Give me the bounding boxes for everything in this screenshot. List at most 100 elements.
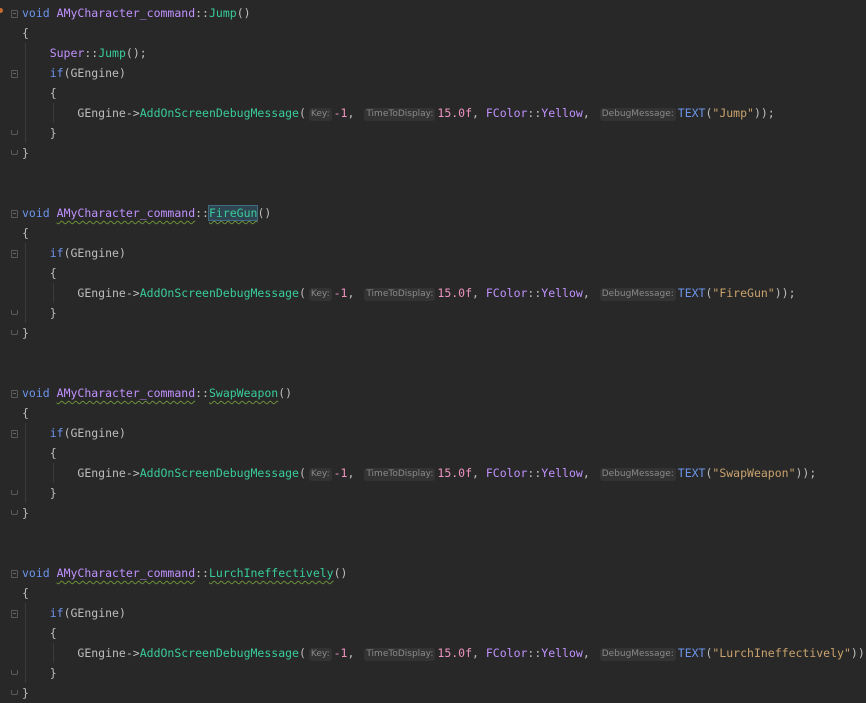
code-line[interactable]: { [22, 263, 866, 283]
fold-expand-icon[interactable] [11, 10, 18, 18]
punctuation: } [49, 666, 57, 680]
fold-expand-icon[interactable] [11, 430, 18, 438]
punctuation: )); [850, 646, 866, 660]
key-value: -1 [333, 286, 348, 300]
keyword-void: void [22, 566, 50, 580]
fold-end-icon[interactable] [11, 690, 18, 695]
punctuation [22, 426, 50, 440]
debug-function: AddOnScreenDebugMessage [139, 646, 299, 660]
jump-call: Jump [98, 46, 126, 60]
punctuation: ( [298, 466, 306, 480]
fold-expand-icon[interactable] [11, 210, 18, 218]
code-line[interactable]: GEngine->AddOnScreenDebugMessage(Key: -1,… [22, 283, 866, 303]
fold-end-icon[interactable] [11, 670, 18, 675]
fold-end-icon[interactable] [11, 490, 18, 495]
code-line[interactable]: if(GEngine) [22, 603, 866, 623]
string-literal: "SwapWeapon" [712, 466, 796, 480]
class-name: AMyCharacter_command [56, 206, 196, 220]
breakpoint-icon[interactable] [0, 8, 3, 13]
fold-expand-icon[interactable] [11, 390, 18, 398]
debug-function: AddOnScreenDebugMessage [139, 466, 299, 480]
fold-expand-icon[interactable] [11, 70, 18, 78]
punctuation: )); [774, 286, 796, 300]
scope-operator: :: [527, 646, 542, 660]
punctuation: , [582, 286, 597, 300]
indent-guide [52, 283, 54, 303]
code-line[interactable]: void AMyCharacter_command::Jump() [22, 3, 866, 23]
code-line[interactable]: void AMyCharacter_command::SwapWeapon() [22, 383, 866, 403]
code-line[interactable]: if(GEngine) [22, 423, 866, 443]
arrow-operator: -> [125, 466, 140, 480]
code-line[interactable]: } [22, 323, 866, 343]
punctuation [22, 466, 77, 480]
fold-end-icon[interactable] [11, 130, 18, 135]
fold-expand-icon[interactable] [11, 570, 18, 578]
keyword-void: void [22, 206, 50, 220]
code-line[interactable]: { [22, 623, 866, 643]
code-line[interactable]: Super::Jump(); [22, 43, 866, 63]
string-literal: "FireGun" [712, 286, 775, 300]
fcolor-class: FColor [485, 286, 528, 300]
code-line[interactable]: { [22, 443, 866, 463]
code-line[interactable]: GEngine->AddOnScreenDebugMessage(Key: -1,… [22, 463, 866, 483]
punctuation [22, 46, 50, 60]
function-name: FireGun [207, 205, 259, 221]
punctuation: } [49, 486, 57, 500]
punctuation [22, 66, 50, 80]
code-line[interactable]: if(GEngine) [22, 63, 866, 83]
punctuation: () [236, 6, 251, 20]
punctuation: )); [753, 106, 775, 120]
fold-expand-icon[interactable] [11, 250, 18, 258]
punctuation: (); [125, 46, 147, 60]
punctuation: } [49, 306, 57, 320]
code-line[interactable]: GEngine->AddOnScreenDebugMessage(Key: -1,… [22, 643, 866, 663]
fold-end-icon[interactable] [11, 150, 18, 155]
punctuation: ( [298, 646, 306, 660]
code-line[interactable]: } [22, 303, 866, 323]
punctuation: ( [63, 606, 71, 620]
punctuation [22, 626, 50, 640]
yellow-constant: Yellow [541, 466, 583, 480]
scope-operator: :: [527, 286, 542, 300]
punctuation: , [472, 646, 486, 660]
scope-operator: :: [195, 386, 209, 400]
punctuation: } [49, 126, 57, 140]
punctuation: , [472, 106, 486, 120]
code-line[interactable]: } [22, 143, 866, 163]
code-line[interactable]: } [22, 123, 866, 143]
text-macro: TEXT [677, 286, 706, 300]
fold-expand-icon[interactable] [11, 610, 18, 618]
scope-operator: :: [527, 106, 542, 120]
punctuation [22, 446, 50, 460]
code-line[interactable]: { [22, 23, 866, 43]
code-line[interactable]: } [22, 503, 866, 523]
code-line[interactable]: { [22, 223, 866, 243]
code-line[interactable]: GEngine->AddOnScreenDebugMessage(Key: -1,… [22, 103, 866, 123]
punctuation [50, 566, 57, 580]
punctuation [22, 246, 50, 260]
code-line[interactable]: { [22, 83, 866, 103]
code-editor[interactable]: void AMyCharacter_command::Jump(){ Super… [0, 0, 866, 700]
punctuation: , [347, 466, 362, 480]
fold-end-icon[interactable] [11, 330, 18, 335]
punctuation [22, 286, 77, 300]
scope-operator: :: [195, 6, 209, 20]
punctuation: , [582, 466, 597, 480]
code-line[interactable]: } [22, 663, 866, 683]
fold-end-icon[interactable] [11, 310, 18, 315]
punctuation [50, 386, 57, 400]
code-line[interactable]: } [22, 683, 866, 703]
code-line[interactable]: { [22, 403, 866, 423]
text-macro: TEXT [677, 466, 706, 480]
punctuation: )); [795, 466, 817, 480]
punctuation [22, 126, 50, 140]
punctuation: { [49, 86, 57, 100]
code-line[interactable]: void AMyCharacter_command::LurchIneffect… [22, 563, 866, 583]
time-value: 15.0f [437, 106, 473, 120]
fold-end-icon[interactable] [11, 510, 18, 515]
punctuation [22, 606, 50, 620]
code-line[interactable]: { [22, 583, 866, 603]
code-line[interactable]: if(GEngine) [22, 243, 866, 263]
code-line[interactable]: } [22, 483, 866, 503]
code-line[interactable]: void AMyCharacter_command::FireGun() [22, 203, 866, 223]
